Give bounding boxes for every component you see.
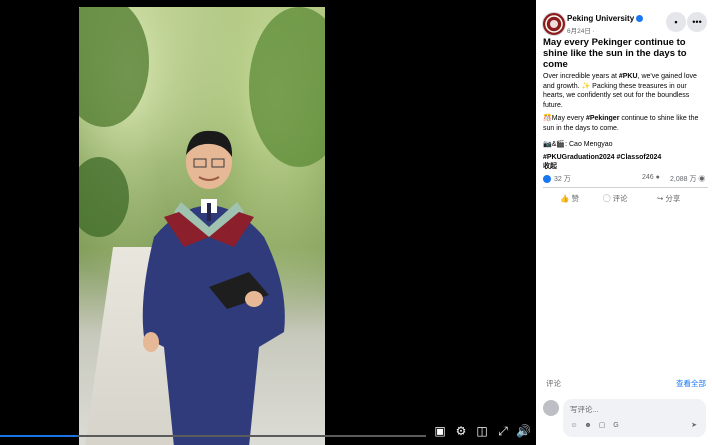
hashtag-pku[interactable]: #PKU bbox=[619, 73, 638, 80]
like-reaction-icon bbox=[543, 175, 551, 184]
reaction-summary: 32 万 246 ● 2,088 万 ◉ bbox=[543, 174, 708, 184]
comments-label: 评论 bbox=[546, 379, 561, 388]
video-frame[interactable] bbox=[79, 7, 325, 445]
current-user-avatar[interactable] bbox=[543, 400, 559, 416]
emoji-icon[interactable]: ☻ bbox=[584, 422, 592, 430]
share-button[interactable]: ↪ 分享 bbox=[657, 193, 680, 204]
fullscreen-icon[interactable]: ⤢ bbox=[496, 424, 510, 438]
video-progress-fill bbox=[0, 435, 77, 437]
reactions[interactable]: 32 万 bbox=[543, 174, 571, 184]
volume-icon[interactable]: 🔊 bbox=[516, 424, 531, 438]
picture-in-picture-icon[interactable]: ◫ bbox=[475, 424, 489, 438]
photo-credit: 📷&🎬: Cao Mengyao bbox=[543, 141, 613, 148]
camera-icon[interactable]: ▢ bbox=[598, 422, 606, 430]
avatar-sticker-icon[interactable]: ☺ bbox=[570, 422, 578, 430]
video-progress-bar[interactable] bbox=[0, 435, 426, 437]
see-all-comments-link[interactable]: 查看全部 bbox=[676, 378, 706, 389]
thumbs-up-icon: 👍 bbox=[560, 194, 570, 203]
comment-placeholder: 写评论... bbox=[570, 405, 599, 414]
post-date[interactable]: 6月24日 · bbox=[567, 25, 595, 35]
page-avatar[interactable] bbox=[542, 12, 566, 36]
hashtag-pekinger[interactable]: #Pekinger bbox=[586, 115, 619, 122]
collapse-link[interactable]: 收起 bbox=[543, 162, 708, 172]
share-icon: ↪ bbox=[657, 194, 664, 203]
comment-count[interactable]: 246 ● bbox=[642, 174, 660, 181]
comment-button[interactable]: ◯ 评论 bbox=[603, 193, 628, 204]
university-seal-icon bbox=[545, 15, 563, 33]
post-paragraph-2: 🎊May every #Pekinger continue to shine l… bbox=[543, 115, 699, 132]
graduate-figure bbox=[142, 130, 285, 445]
post-paragraph-1: Over incredible years at #PKU, we've gai… bbox=[543, 73, 697, 109]
settings-icon[interactable]: ⚙ bbox=[454, 424, 468, 438]
verified-badge-icon bbox=[636, 15, 644, 23]
video-viewer: ▣ ⚙ ◫ ⤢ 🔊 bbox=[0, 0, 536, 445]
tree-foliage bbox=[79, 7, 149, 127]
send-icon[interactable]: ➤ bbox=[690, 422, 698, 430]
comment-icon: ◯ bbox=[603, 194, 611, 203]
page-name[interactable]: Peking University bbox=[567, 14, 644, 23]
comment-bubble-icon: ● bbox=[655, 174, 660, 181]
divider bbox=[543, 187, 708, 188]
post-title: May every Pekinger continue to shine lik… bbox=[543, 37, 687, 70]
gif-icon[interactable]: G bbox=[612, 422, 620, 430]
more-options-icon[interactable]: ••• bbox=[687, 12, 707, 32]
save-icon[interactable]: ▪ bbox=[666, 12, 686, 32]
share-count[interactable]: 2,088 万 ◉ bbox=[670, 174, 705, 184]
captions-icon[interactable]: ▣ bbox=[433, 424, 447, 438]
view-icon: ◉ bbox=[698, 176, 706, 183]
like-button[interactable]: 👍 赞 bbox=[560, 193, 579, 204]
